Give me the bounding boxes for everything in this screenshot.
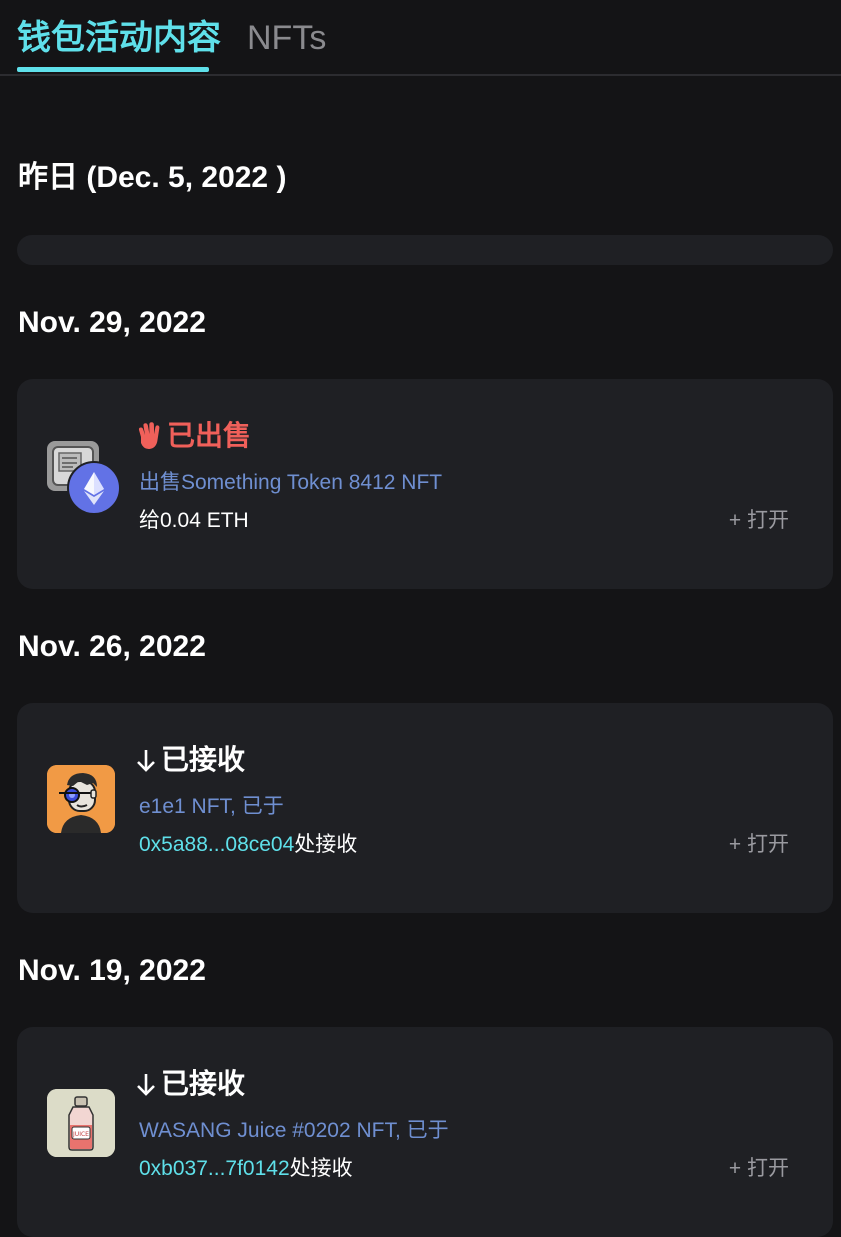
activity-type-label: 已出售 — [167, 420, 252, 451]
activity-type-title: 已接收 — [135, 1067, 245, 1101]
tab-nfts[interactable]: NFTs — [247, 18, 326, 58]
activity-card-sold[interactable]: 已出售 出售Something Token 8412 NFT 给0.04 ETH… — [17, 379, 833, 589]
detail-suffix: 处接收 — [294, 833, 358, 856]
activity-card-received[interactable]: JUICE 已接收 WASANG Juice #0202 NFT, 已于 0xb… — [17, 1027, 833, 1237]
ethereum-icon — [67, 461, 121, 515]
activity-description[interactable]: e1e1 NFT, 已于 — [139, 794, 284, 820]
activity-detail: 给0.04 ETH — [139, 509, 249, 532]
active-tab-indicator — [17, 67, 209, 72]
nft-thumbnail: JUICE — [47, 1089, 115, 1157]
open-button[interactable]: + 打开 — [729, 1156, 789, 1182]
open-button[interactable]: + 打开 — [729, 508, 789, 534]
activity-detail: 0x5a88...08ce04处接收 — [139, 832, 357, 858]
arrow-down-icon — [135, 746, 157, 774]
activity-type-label: 已接收 — [161, 744, 246, 775]
date-header: Nov. 26, 2022 — [18, 630, 206, 663]
svg-text:JUICE: JUICE — [72, 1131, 89, 1138]
tab-wallet-activity[interactable]: 钱包活动内容 — [17, 18, 221, 58]
detail-suffix: 处接收 — [289, 1157, 353, 1180]
waving-hand-icon — [135, 421, 163, 451]
date-header: Nov. 19, 2022 — [18, 954, 206, 987]
sender-address-link[interactable]: 0xb037...7f0142 — [139, 1157, 290, 1180]
sender-address-link[interactable]: 0x5a88...08ce04 — [139, 833, 294, 856]
activity-card-empty — [17, 235, 833, 265]
open-button[interactable]: + 打开 — [729, 832, 789, 858]
arrow-down-icon — [135, 1070, 157, 1098]
activity-type-label: 已接收 — [161, 1068, 246, 1099]
activity-description[interactable]: WASANG Juice #0202 NFT, 已于 — [139, 1118, 449, 1144]
activity-card-received[interactable]: 已接收 e1e1 NFT, 已于 0x5a88...08ce04处接收 + 打开 — [17, 703, 833, 913]
date-header: 昨日 (Dec. 5, 2022 ) — [18, 161, 287, 194]
activity-type-title: 已出售 — [135, 419, 251, 453]
activity-detail: 0xb037...7f0142处接收 — [139, 1156, 353, 1182]
date-header: Nov. 29, 2022 — [18, 306, 206, 339]
nft-thumbnail — [47, 765, 115, 833]
activity-type-title: 已接收 — [135, 743, 245, 777]
tab-bar: 钱包活动内容 NFTs — [0, 0, 841, 76]
activity-description[interactable]: 出售Something Token 8412 NFT — [139, 470, 442, 496]
